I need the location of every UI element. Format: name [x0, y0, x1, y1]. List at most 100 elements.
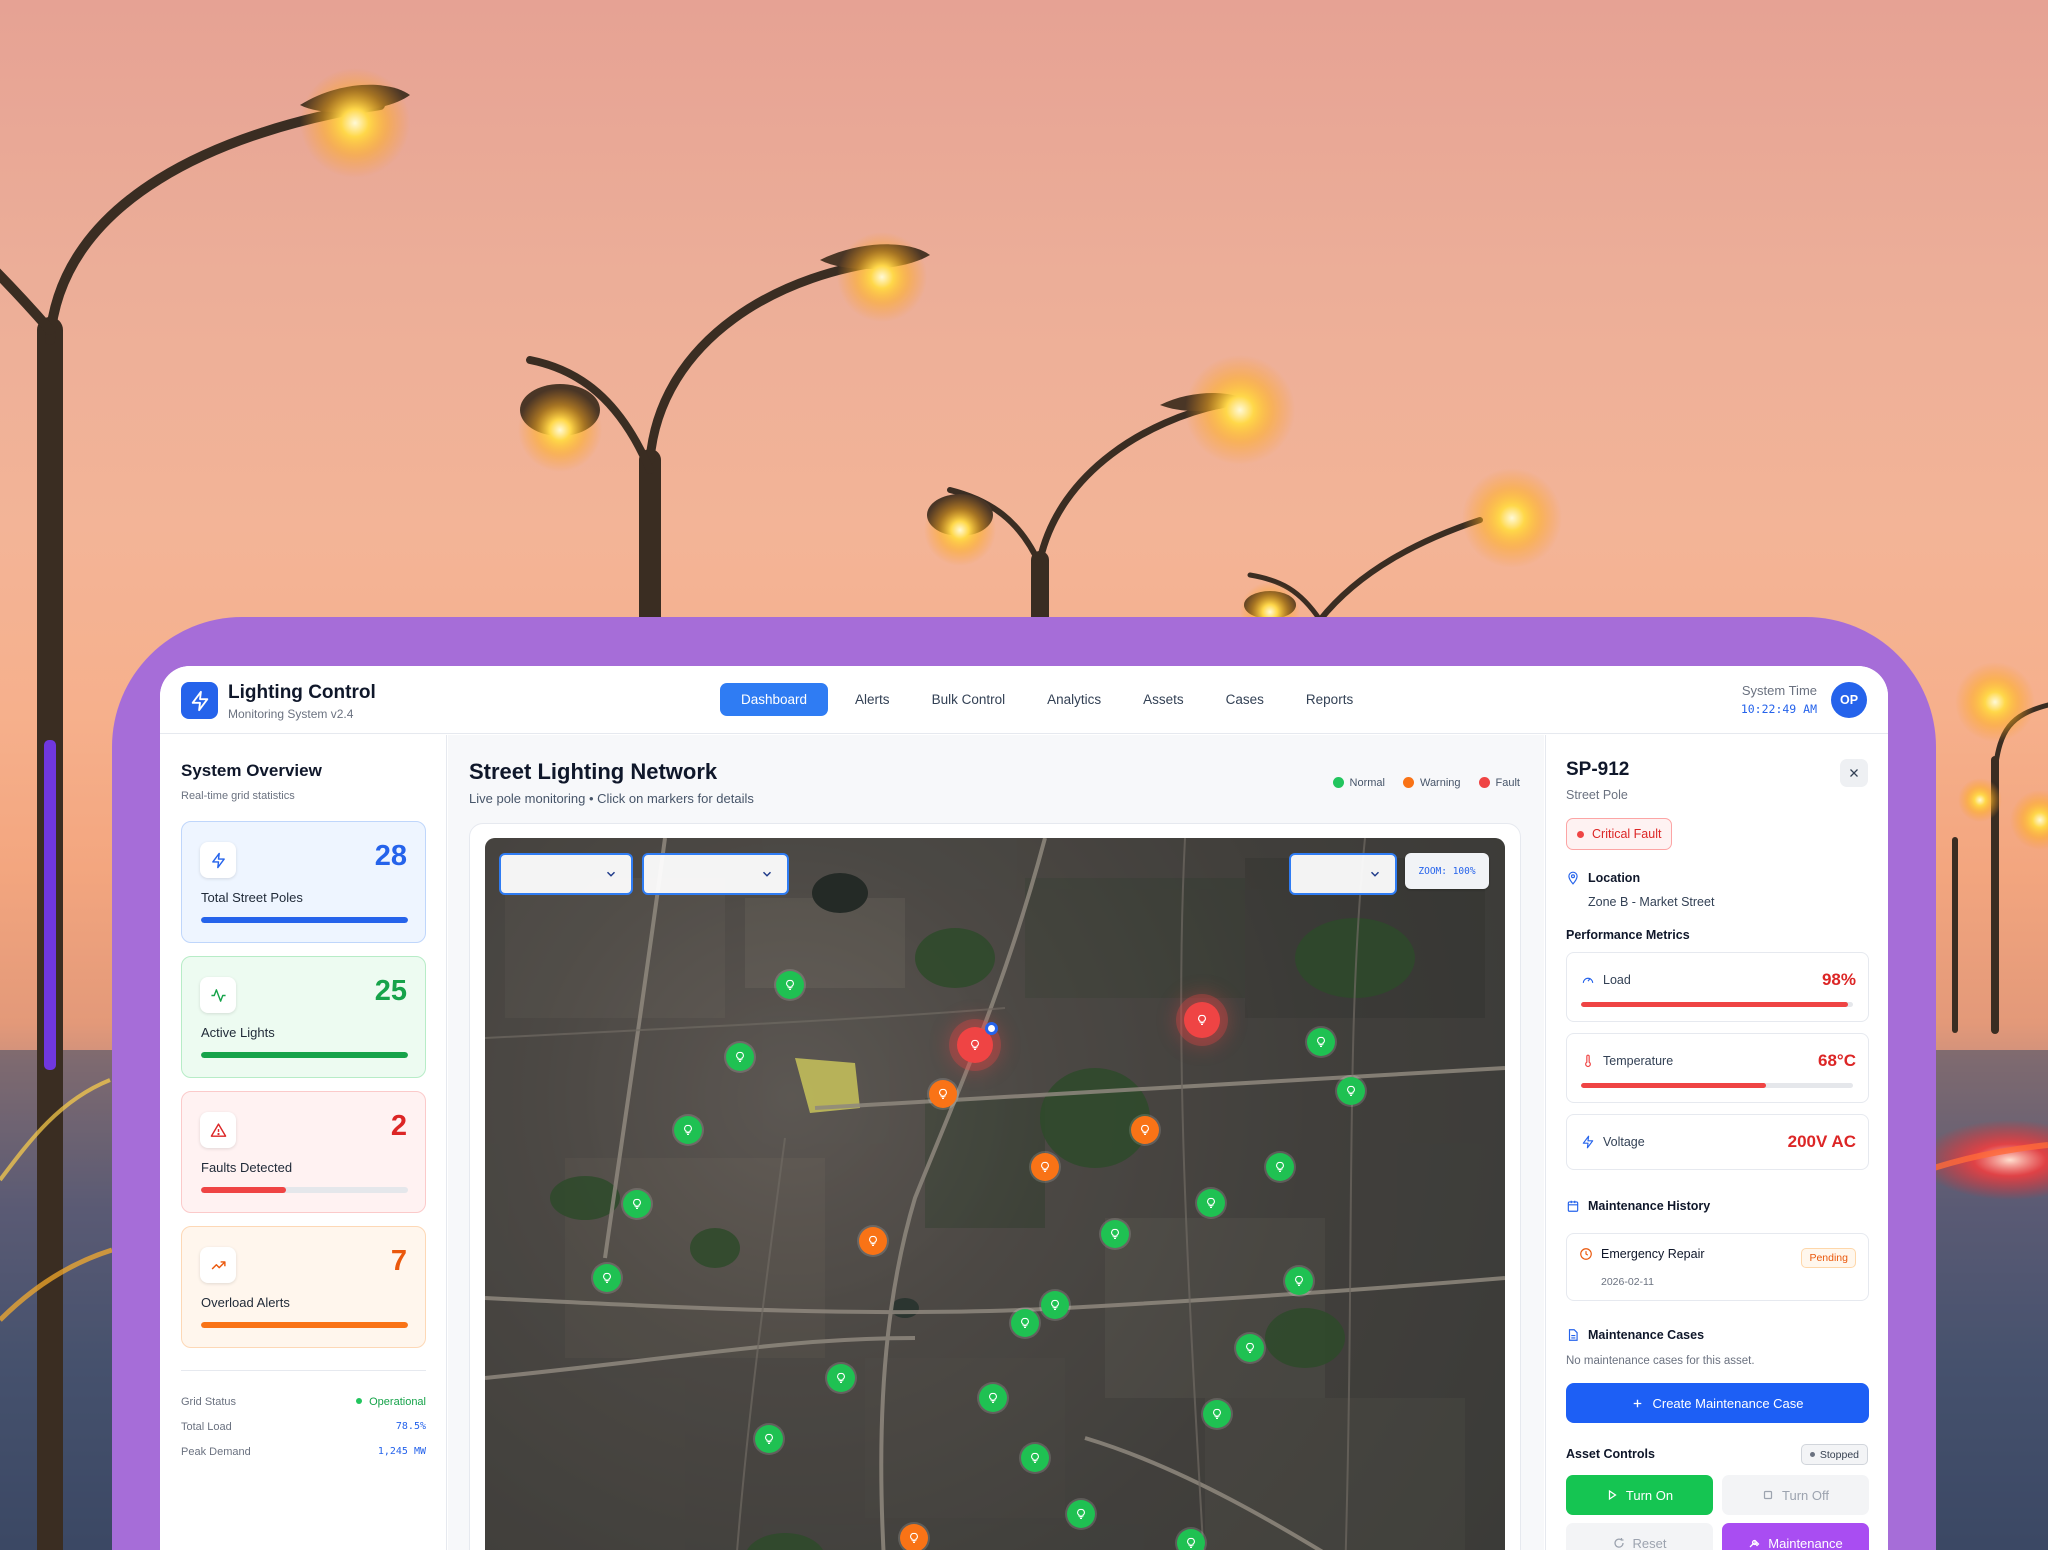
turn-on-button[interactable]: Turn On: [1566, 1475, 1713, 1515]
normal-pole-marker[interactable]: [593, 1264, 621, 1292]
turn-off-button[interactable]: Turn Off: [1722, 1475, 1869, 1515]
zone-filter-dropdown[interactable]: [499, 853, 633, 895]
legend-normal: Normal: [1332, 777, 1385, 789]
network-title: Street Lighting Network: [469, 759, 718, 784]
normal-pole-marker[interactable]: [623, 1190, 651, 1218]
peak-demand-value: 1,245 MW: [377, 1446, 426, 1457]
map-pin-icon: [1568, 871, 1578, 885]
stat-card-faults[interactable]: 2 Faults Detected: [181, 1091, 426, 1213]
location-value: Zone B - Market Street: [1588, 895, 1715, 909]
legend-warning: Warning: [1402, 777, 1461, 789]
nav-tab-cases[interactable]: Cases: [1205, 683, 1285, 716]
cases-heading: Maintenance Cases: [1566, 1328, 1704, 1342]
metric-load: Load 98%: [1566, 952, 1869, 1022]
app-subtitle: Monitoring System v2.4: [228, 707, 354, 721]
warning-pole-marker[interactable]: [1131, 1116, 1159, 1144]
warning-pole-marker[interactable]: [929, 1080, 957, 1108]
metric-temperature: Temperature 68°C: [1566, 1033, 1869, 1103]
close-icon[interactable]: [1840, 759, 1868, 787]
normal-pole-marker[interactable]: [1266, 1153, 1294, 1181]
metric-load-bar: [1581, 1002, 1853, 1007]
nav-tab-reports[interactable]: Reports: [1285, 683, 1374, 716]
nav-tab-bulk-control[interactable]: Bulk Control: [911, 683, 1027, 716]
history-item[interactable]: Emergency Repair 2026-02-11 Pending: [1566, 1233, 1869, 1301]
play-icon: [1608, 1489, 1617, 1501]
normal-pole-marker[interactable]: [1067, 1500, 1095, 1528]
normal-pole-marker[interactable]: [1285, 1267, 1313, 1295]
warning-pole-marker[interactable]: [859, 1227, 887, 1255]
normal-pole-marker[interactable]: [674, 1116, 702, 1144]
layer-dropdown[interactable]: [1289, 853, 1397, 895]
metric-temperature-value: 68°C: [1818, 1051, 1856, 1070]
warning-pole-marker[interactable]: [900, 1524, 928, 1550]
system-time-label: System Time: [1741, 683, 1817, 698]
metric-temperature-bar: [1581, 1083, 1853, 1088]
nav-tab-analytics[interactable]: Analytics: [1026, 683, 1122, 716]
zoom-indicator: ZOOM: 100%: [1405, 853, 1489, 889]
refresh-icon: [1613, 1538, 1624, 1548]
grid-status-value: Operational: [356, 1396, 426, 1408]
nav-tab-assets[interactable]: Assets: [1122, 683, 1205, 716]
stat-card-overload-alerts[interactable]: 7 Overload Alerts: [181, 1226, 426, 1348]
status-filter-dropdown[interactable]: [642, 853, 789, 895]
thermometer-icon: [1585, 1054, 1591, 1068]
fault-pole-marker[interactable]: [1184, 1002, 1220, 1038]
controls-heading: Asset Controls: [1566, 1447, 1655, 1461]
normal-pole-marker[interactable]: [1177, 1529, 1205, 1550]
nav-tab-alerts[interactable]: Alerts: [834, 683, 911, 716]
asset-details-panel: SP-912 Street Pole Critical Fault Locati…: [1545, 735, 1888, 1550]
stat-label: Active Lights: [201, 1025, 275, 1040]
stat-value: 7: [390, 1245, 407, 1277]
controls-status-badge: Stopped: [1800, 1444, 1868, 1465]
normal-pole-marker[interactable]: [1041, 1291, 1069, 1319]
stat-label: Total Street Poles: [201, 890, 303, 905]
maintenance-button[interactable]: Maintenance: [1722, 1523, 1869, 1550]
normal-pole-marker[interactable]: [1337, 1077, 1365, 1105]
chevron-down-icon: [606, 871, 616, 877]
stat-value: 2: [390, 1110, 407, 1142]
total-load-label: Total Load: [181, 1421, 232, 1433]
normal-pole-marker[interactable]: [1101, 1220, 1129, 1248]
location-heading: Location: [1566, 871, 1640, 885]
network-subtitle: Live pole monitoring • Click on markers …: [469, 791, 754, 806]
normal-pole-marker[interactable]: [1021, 1444, 1049, 1472]
fault-pole-marker[interactable]: [957, 1022, 998, 1063]
plus-icon: [1634, 1399, 1642, 1407]
peak-demand-label: Peak Demand: [181, 1446, 251, 1458]
create-maintenance-case-button[interactable]: Create Maintenance Case: [1566, 1383, 1869, 1423]
history-item-date: 2026-02-11: [1601, 1276, 1654, 1288]
normal-pole-marker[interactable]: [726, 1043, 754, 1071]
normal-pole-marker[interactable]: [1307, 1028, 1335, 1056]
satellite-map[interactable]: ZOOM: 100%: [485, 838, 1505, 1550]
history-heading: Maintenance History: [1566, 1199, 1710, 1213]
reset-button[interactable]: Reset: [1566, 1523, 1713, 1550]
normal-pole-marker[interactable]: [1236, 1334, 1264, 1362]
normal-pole-marker[interactable]: [776, 971, 804, 999]
normal-pole-marker[interactable]: [827, 1364, 855, 1392]
nav-tab-dashboard[interactable]: Dashboard: [720, 683, 829, 716]
stat-progress-bar: [201, 1187, 408, 1193]
stat-card-active-lights[interactable]: 25 Active Lights: [181, 956, 426, 1078]
user-avatar[interactable]: OP: [1831, 682, 1867, 718]
overview-title: System Overview: [181, 761, 322, 780]
chevron-down-icon: [1370, 871, 1380, 877]
app-logo-bolt-icon: [181, 682, 218, 719]
warning-pole-marker[interactable]: [1031, 1153, 1059, 1181]
stat-value: 28: [374, 840, 407, 872]
status-badge: Critical Fault: [1566, 818, 1673, 850]
normal-pole-marker[interactable]: [1011, 1309, 1039, 1337]
normal-pole-marker[interactable]: [1203, 1400, 1231, 1428]
metric-voltage-value: 200V AC: [1787, 1132, 1856, 1151]
overview-subtitle: Real-time grid statistics: [181, 790, 295, 802]
alert-triangle-icon: [200, 1112, 236, 1148]
gauge-icon: [1582, 977, 1594, 984]
system-time: 10:22:49 AM: [1740, 702, 1817, 716]
normal-pole-marker[interactable]: [755, 1425, 783, 1453]
normal-pole-marker[interactable]: [979, 1384, 1007, 1412]
zap-icon: [1582, 1135, 1594, 1149]
legend-fault: Fault: [1478, 777, 1520, 789]
stat-card-total-poles[interactable]: 28 Total Street Poles: [181, 821, 426, 943]
stat-progress-bar: [201, 1322, 408, 1328]
grid-status-label: Grid Status: [181, 1396, 237, 1408]
normal-pole-marker[interactable]: [1197, 1189, 1225, 1217]
